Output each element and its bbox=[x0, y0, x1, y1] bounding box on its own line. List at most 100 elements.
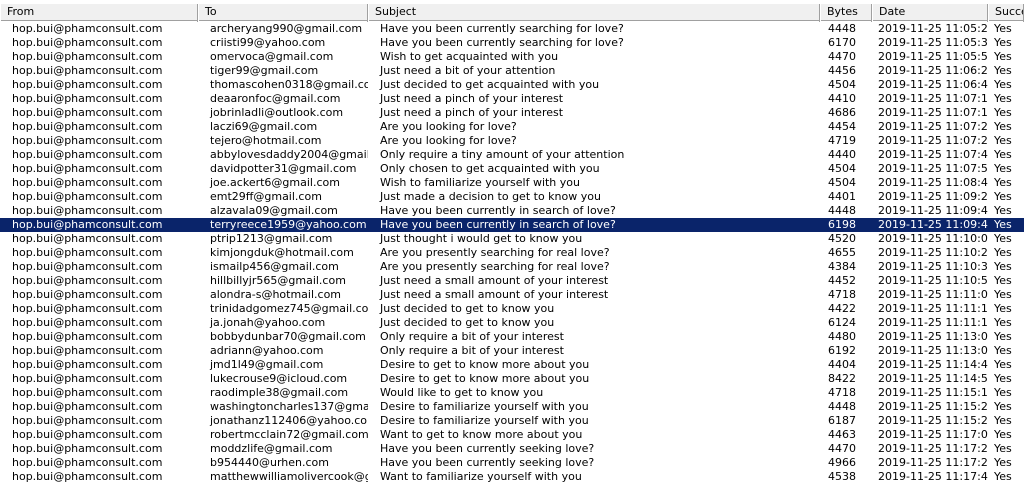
cell-to: joe.ackert6@gmail.com bbox=[210, 176, 340, 189]
table-row[interactable]: hop.bui@phamconsult.com adriann@yahoo.com… bbox=[0, 344, 1024, 358]
cell-to: ptrip1213@gmail.com bbox=[210, 232, 333, 245]
table-row[interactable]: hop.bui@phamconsult.com emt29ff@gmail.com… bbox=[0, 190, 1024, 204]
cell-date: 2019-11-25 11:08:46 bbox=[878, 176, 988, 189]
cell-subject: Have you been currently searching for lo… bbox=[380, 36, 624, 49]
cell-bytes: 4456 bbox=[828, 64, 856, 77]
cell-date: 2019-11-25 11:06:21 bbox=[878, 64, 988, 77]
cell-bytes: 4448 bbox=[828, 400, 856, 413]
cell-bytes: 6198 bbox=[828, 218, 856, 231]
cell-date: 2019-11-25 11:15:25 bbox=[878, 400, 988, 413]
cell-from: hop.bui@phamconsult.com bbox=[12, 302, 163, 315]
cell-from: hop.bui@phamconsult.com bbox=[12, 386, 163, 399]
cell-success: Yes bbox=[994, 218, 1012, 231]
column-header-from[interactable]: From bbox=[0, 4, 198, 22]
cell-from: hop.bui@phamconsult.com bbox=[12, 92, 163, 105]
email-rows: hop.bui@phamconsult.com archeryang990@gma… bbox=[0, 22, 1024, 484]
cell-subject: Would like to get to know you bbox=[380, 386, 544, 399]
cell-date: 2019-11-25 11:07:27 bbox=[878, 134, 988, 147]
table-row[interactable]: hop.bui@phamconsult.com ismailp456@gmail.… bbox=[0, 260, 1024, 274]
table-row[interactable]: hop.bui@phamconsult.com b954440@urhen.com… bbox=[0, 456, 1024, 470]
cell-subject: Desire to familiarize yourself with you bbox=[380, 400, 589, 413]
table-row[interactable]: hop.bui@phamconsult.com hillbillyjr565@gm… bbox=[0, 274, 1024, 288]
cell-success: Yes bbox=[994, 64, 1012, 77]
cell-subject: Have you been currently searching for lo… bbox=[380, 22, 624, 35]
table-row[interactable]: hop.bui@phamconsult.com ja.jonah@yahoo.co… bbox=[0, 316, 1024, 330]
cell-to: robertmcclain72@gmail.com bbox=[210, 428, 368, 441]
cell-bytes: 4454 bbox=[828, 120, 856, 133]
table-row[interactable]: hop.bui@phamconsult.com moddzlife@gmail.c… bbox=[0, 442, 1024, 456]
table-row[interactable]: hop.bui@phamconsult.com alzavala09@gmail.… bbox=[0, 204, 1024, 218]
cell-to: archeryang990@gmail.com bbox=[210, 22, 363, 35]
cell-date: 2019-11-25 11:07:25 bbox=[878, 120, 988, 133]
column-header-subject[interactable]: Subject bbox=[368, 4, 820, 22]
column-header-to[interactable]: To bbox=[198, 4, 368, 22]
table-row[interactable]: hop.bui@phamconsult.com alondra-s@hotmail… bbox=[0, 288, 1024, 302]
cell-to: omervoca@gmail.com bbox=[210, 50, 334, 63]
column-header-bytes[interactable]: Bytes bbox=[820, 4, 872, 22]
cell-to: tejero@hotmail.com bbox=[210, 134, 322, 147]
cell-from: hop.bui@phamconsult.com bbox=[12, 288, 163, 301]
cell-success: Yes bbox=[994, 316, 1012, 329]
cell-from: hop.bui@phamconsult.com bbox=[12, 316, 163, 329]
table-row[interactable]: hop.bui@phamconsult.com jmd1l49@gmail.com… bbox=[0, 358, 1024, 372]
cell-bytes: 4448 bbox=[828, 22, 856, 35]
cell-subject: Have you been currently in search of lov… bbox=[380, 218, 616, 231]
table-row[interactable]: hop.bui@phamconsult.com ptrip1213@gmail.c… bbox=[0, 232, 1024, 246]
cell-date: 2019-11-25 11:07:12 bbox=[878, 106, 988, 119]
table-row[interactable]: hop.bui@phamconsult.com laczi69@gmail.com… bbox=[0, 120, 1024, 134]
cell-date: 2019-11-25 11:10:57 bbox=[878, 274, 988, 287]
table-row[interactable]: hop.bui@phamconsult.com omervoca@gmail.co… bbox=[0, 50, 1024, 64]
cell-from: hop.bui@phamconsult.com bbox=[12, 456, 163, 469]
column-header-success[interactable]: Succe bbox=[988, 4, 1024, 22]
cell-bytes: 4452 bbox=[828, 274, 856, 287]
cell-success: Yes bbox=[994, 274, 1012, 287]
table-row[interactable]: hop.bui@phamconsult.com jobrinladli@outlo… bbox=[0, 106, 1024, 120]
cell-date: 2019-11-25 11:06:49 bbox=[878, 78, 988, 91]
cell-to: criisti99@yahoo.com bbox=[210, 36, 326, 49]
table-row[interactable]: hop.bui@phamconsult.com tejero@hotmail.co… bbox=[0, 134, 1024, 148]
cell-subject: Only require a bit of your interest bbox=[380, 344, 564, 357]
table-row[interactable]: hop.bui@phamconsult.com bobbydunbar70@gma… bbox=[0, 330, 1024, 344]
cell-to: raodimple38@gmail.com bbox=[210, 386, 349, 399]
column-header-date[interactable]: Date bbox=[872, 4, 988, 22]
table-row[interactable]: hop.bui@phamconsult.com trinidadgomez745@… bbox=[0, 302, 1024, 316]
table-row[interactable]: hop.bui@phamconsult.com joe.ackert6@gmail… bbox=[0, 176, 1024, 190]
cell-subject: Just need a small amount of your interes… bbox=[380, 274, 609, 287]
table-row[interactable]: hop.bui@phamconsult.com kimjongduk@hotmai… bbox=[0, 246, 1024, 260]
cell-from: hop.bui@phamconsult.com bbox=[12, 106, 163, 119]
cell-success: Yes bbox=[994, 134, 1012, 147]
table-row[interactable]: hop.bui@phamconsult.com matthewwilliamoli… bbox=[0, 470, 1024, 484]
cell-to: kimjongduk@hotmail.com bbox=[210, 246, 354, 259]
cell-success: Yes bbox=[994, 92, 1012, 105]
cell-to: lukecrouse9@icloud.com bbox=[210, 372, 348, 385]
table-row[interactable]: hop.bui@phamconsult.com abbylovesdaddy200… bbox=[0, 148, 1024, 162]
cell-date: 2019-11-25 11:15:29 bbox=[878, 414, 988, 427]
cell-date: 2019-11-25 11:05:33 bbox=[878, 36, 988, 49]
table-row[interactable]: hop.bui@phamconsult.com robertmcclain72@g… bbox=[0, 428, 1024, 442]
table-row[interactable]: hop.bui@phamconsult.com tiger99@gmail.com… bbox=[0, 64, 1024, 78]
cell-success: Yes bbox=[994, 414, 1012, 427]
cell-to: b954440@urhen.com bbox=[210, 456, 329, 469]
cell-subject: Desire to familiarize yourself with you bbox=[380, 414, 589, 427]
table-row[interactable]: hop.bui@phamconsult.com raodimple38@gmail… bbox=[0, 386, 1024, 400]
cell-success: Yes bbox=[994, 120, 1012, 133]
table-row-selected[interactable]: hop.bui@phamconsult.com terryreece1959@ya… bbox=[0, 218, 1024, 232]
table-row[interactable]: hop.bui@phamconsult.com jonathanz112406@y… bbox=[0, 414, 1024, 428]
cell-success: Yes bbox=[994, 148, 1012, 161]
cell-from: hop.bui@phamconsult.com bbox=[12, 274, 163, 287]
cell-from: hop.bui@phamconsult.com bbox=[12, 50, 163, 63]
table-row[interactable]: hop.bui@phamconsult.com davidpotter31@gma… bbox=[0, 162, 1024, 176]
cell-to: moddzlife@gmail.com bbox=[210, 442, 333, 455]
cell-subject: Are you looking for love? bbox=[380, 134, 517, 147]
table-row[interactable]: hop.bui@phamconsult.com criisti99@yahoo.c… bbox=[0, 36, 1024, 50]
table-row[interactable]: hop.bui@phamconsult.com deaaronfoc@gmail.… bbox=[0, 92, 1024, 106]
cell-from: hop.bui@phamconsult.com bbox=[12, 358, 163, 371]
table-row[interactable]: hop.bui@phamconsult.com thomascohen0318@g… bbox=[0, 78, 1024, 92]
cell-success: Yes bbox=[994, 456, 1012, 469]
cell-bytes: 4470 bbox=[828, 442, 856, 455]
table-row[interactable]: hop.bui@phamconsult.com washingtoncharles… bbox=[0, 400, 1024, 414]
cell-bytes: 6187 bbox=[828, 414, 856, 427]
table-row[interactable]: hop.bui@phamconsult.com archeryang990@gma… bbox=[0, 22, 1024, 36]
table-row[interactable]: hop.bui@phamconsult.com lukecrouse9@iclou… bbox=[0, 372, 1024, 386]
cell-bytes: 4440 bbox=[828, 148, 856, 161]
